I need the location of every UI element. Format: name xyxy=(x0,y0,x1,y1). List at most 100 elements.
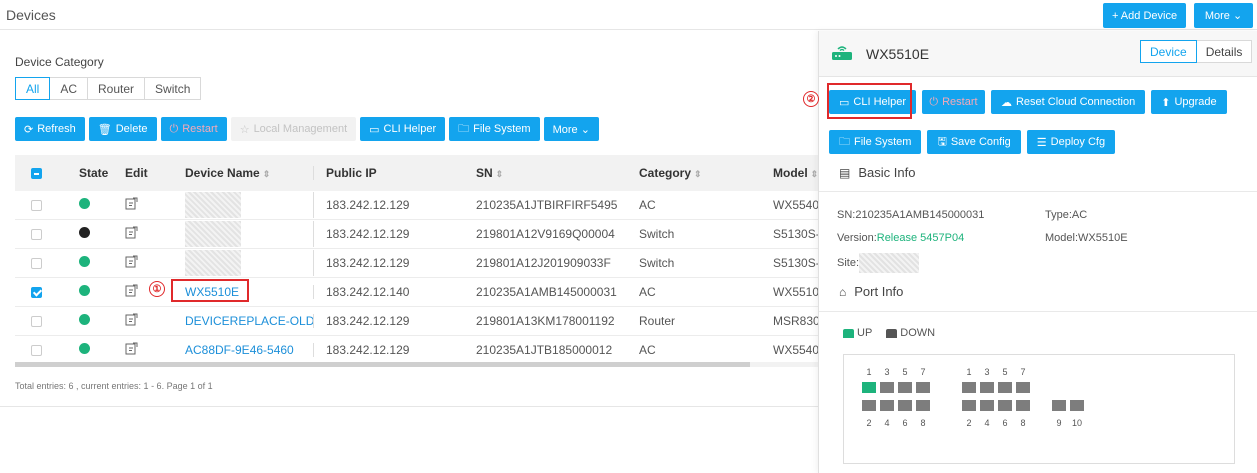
add-device-button[interactable]: + Add Device xyxy=(1103,3,1186,28)
port-top[interactable] xyxy=(1016,382,1030,393)
port-bottom[interactable] xyxy=(998,400,1012,411)
port-top[interactable] xyxy=(898,382,912,393)
sn-cell: 219801A12V9169Q00004 xyxy=(476,227,615,241)
port-bottom[interactable] xyxy=(862,400,876,411)
panel-file-system-label: File System xyxy=(854,136,912,148)
edit-icon[interactable] xyxy=(125,255,138,268)
category-all[interactable]: All xyxy=(15,77,51,100)
refresh-label: Refresh xyxy=(37,123,76,135)
table-header: State Edit Device Name ⇕ Public IP SN ⇕ Ca… xyxy=(15,155,820,191)
col-sn[interactable]: SN ⇕ xyxy=(464,166,627,180)
table-horizontal-scrollbar[interactable] xyxy=(15,362,820,367)
model-cell: WX5540H xyxy=(773,198,820,212)
category-switch[interactable]: Switch xyxy=(144,77,202,100)
legend-up-label: UP xyxy=(857,327,873,339)
panel-restart-button[interactable]: ⏻ Restart xyxy=(921,90,985,114)
device-name-cell xyxy=(172,192,314,218)
table-row[interactable]: 183.242.12.129 210235A1JTBIRFIRF5495 AC WX5… xyxy=(15,191,820,220)
toolbar-more-button[interactable]: More ⌄ xyxy=(543,117,599,141)
port-label-top: 1 xyxy=(866,367,872,377)
device-name-link[interactable]: DEVICEREPLACE-OLD-6 xyxy=(185,314,313,328)
cloud-icon: ☁ xyxy=(1000,96,1012,109)
table-row[interactable]: WX5510E 183.242.12.140 210235A1AMB14500003… xyxy=(15,278,820,307)
category-router[interactable]: Router xyxy=(87,77,146,100)
device-name-link[interactable]: AC88DF-9E46-5460 xyxy=(185,343,294,357)
info-site-label: Site: xyxy=(837,256,860,269)
row-checkbox[interactable] xyxy=(31,316,42,328)
port-bottom[interactable] xyxy=(1052,400,1066,411)
upgrade-button[interactable]: ⬆ Upgrade xyxy=(1151,90,1227,114)
model-cell: WX5510E xyxy=(773,285,820,299)
cli-helper-button[interactable]: ▭ CLI Helper xyxy=(360,117,446,141)
category-cell: AC xyxy=(639,198,656,212)
port-bottom[interactable] xyxy=(898,400,912,411)
category-cell: Router xyxy=(639,314,676,328)
panel-file-system-button[interactable]: 🗀 File System xyxy=(829,130,922,154)
model-cell: WX5540H xyxy=(773,343,820,357)
refresh-button[interactable]: ⟳ Refresh xyxy=(15,117,85,141)
device-table: State Edit Device Name ⇕ Public IP SN ⇕ Ca… xyxy=(15,155,820,368)
deploy-cfg-button[interactable]: ☰ Deploy Cfg xyxy=(1026,130,1116,154)
legend-up: UP xyxy=(843,327,872,339)
col-device-name[interactable]: Device Name ⇕ xyxy=(172,166,314,180)
upgrade-label: Upgrade xyxy=(1174,96,1217,108)
local-management-button[interactable]: ☆ Local Management xyxy=(230,117,357,141)
port-bottom[interactable] xyxy=(962,400,976,411)
port-label-bottom: 8 xyxy=(920,418,926,428)
edit-icon[interactable] xyxy=(125,226,138,239)
port-label-bottom: 10 xyxy=(1071,418,1082,428)
port-bottom[interactable] xyxy=(1016,400,1030,411)
star-icon: ☆ xyxy=(239,123,250,136)
sn-cell: 210235A1JTB185000012 xyxy=(476,343,613,357)
row-checkbox[interactable] xyxy=(31,229,42,241)
row-checkbox[interactable] xyxy=(31,258,42,270)
edit-icon[interactable] xyxy=(125,342,138,355)
category-ac[interactable]: AC xyxy=(49,77,89,100)
scrollbar-thumb[interactable] xyxy=(15,362,750,367)
row-checkbox[interactable] xyxy=(31,287,42,299)
port-bottom[interactable] xyxy=(980,400,994,411)
port-top[interactable] xyxy=(962,382,976,393)
port-bottom[interactable] xyxy=(880,400,894,411)
arrow-up-icon: ⬆ xyxy=(1161,96,1171,109)
col-model[interactable]: Model ⇕ xyxy=(761,166,820,180)
row-select-cell xyxy=(15,198,61,212)
col-category[interactable]: Category ⇕ xyxy=(627,166,761,180)
port-top[interactable] xyxy=(880,382,894,393)
table-row[interactable]: AC88DF-9E46-5460 183.242.12.129 210235A1JT… xyxy=(15,336,820,365)
table-row[interactable]: 183.242.12.129 219801A12J201909033F Switch… xyxy=(15,249,820,278)
file-system-button[interactable]: 🗀 File System xyxy=(449,117,540,141)
model-cell: MSR830- xyxy=(773,314,820,328)
row-checkbox[interactable] xyxy=(31,200,42,212)
cli-helper-label: CLI Helper xyxy=(383,123,437,135)
port-top[interactable] xyxy=(980,382,994,393)
port-bottom[interactable] xyxy=(916,400,930,411)
device-category-filter: All AC Router Switch xyxy=(15,77,202,100)
row-checkbox[interactable] xyxy=(31,345,42,357)
info-sn: SN:210235A1AMB145000031 xyxy=(837,209,985,221)
table-row[interactable]: DEVICEREPLACE-OLD-6 183.242.12.129 219801A… xyxy=(15,307,820,336)
folder-icon: 🗀 xyxy=(839,135,850,148)
port-top[interactable] xyxy=(998,382,1012,393)
table-row[interactable]: 183.242.12.129 219801A12V9169Q00004 Switch… xyxy=(15,220,820,249)
tab-device[interactable]: Device xyxy=(1140,40,1197,63)
row-select-cell xyxy=(15,227,61,241)
refresh-icon: ⟳ xyxy=(24,123,34,136)
edit-icon[interactable] xyxy=(125,313,138,326)
terminal-icon: ▭ xyxy=(369,123,380,136)
category-cell: AC xyxy=(639,343,656,357)
save-config-button[interactable]: 🖫 Save Config xyxy=(927,130,1021,154)
edit-icon[interactable] xyxy=(125,197,138,210)
more-menu-button[interactable]: More ⌄ xyxy=(1194,3,1253,28)
port-label-bottom: 4 xyxy=(884,418,890,428)
port-top[interactable] xyxy=(916,382,930,393)
select-all-checkbox[interactable] xyxy=(31,168,42,180)
col-model-label: Model xyxy=(773,166,808,180)
port-top[interactable] xyxy=(862,382,876,393)
reset-cloud-connection-button[interactable]: ☁ Reset Cloud Connection xyxy=(990,90,1146,114)
restart-button[interactable]: ⏻ Restart xyxy=(160,117,227,141)
edit-icon[interactable] xyxy=(125,284,138,297)
port-bottom[interactable] xyxy=(1070,400,1084,411)
tab-details[interactable]: Details xyxy=(1195,40,1253,63)
delete-button[interactable]: 🗑 Delete xyxy=(88,117,157,141)
